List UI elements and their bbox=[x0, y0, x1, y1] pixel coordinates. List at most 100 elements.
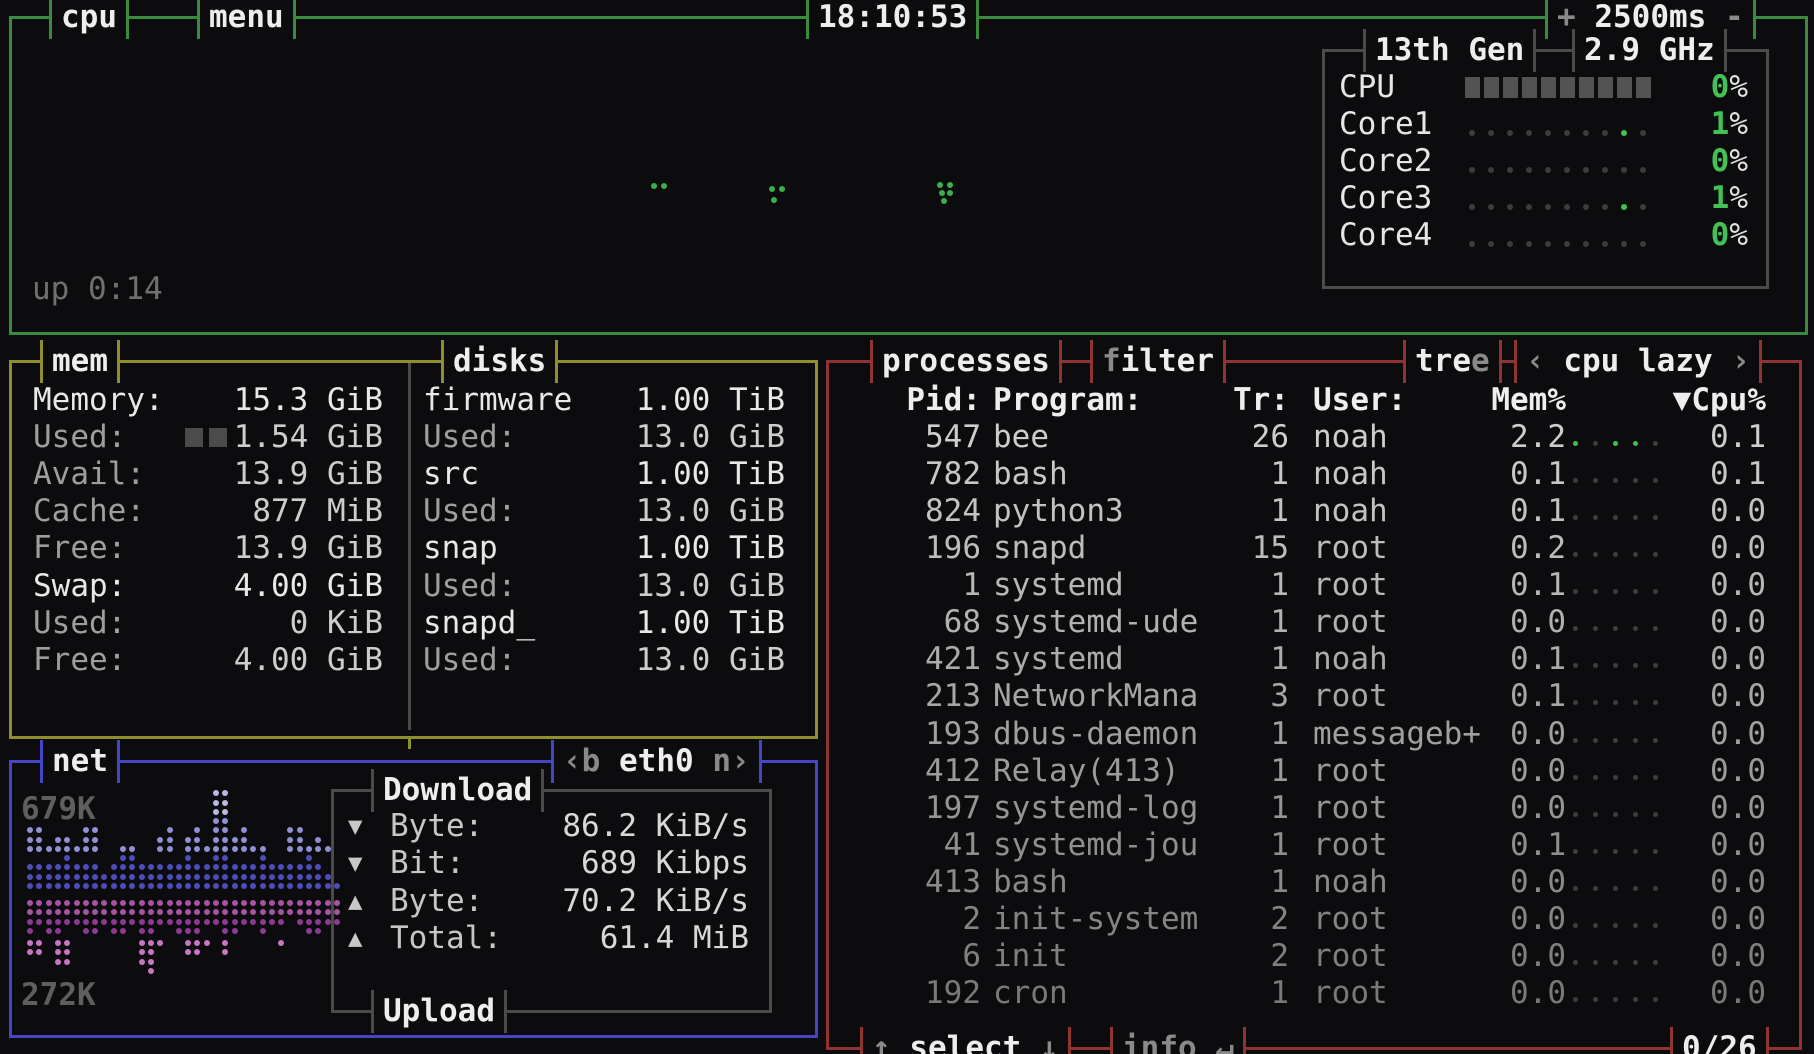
process-row[interactable]: 193dbus-daemon1messageb+0.00.0 bbox=[829, 716, 1793, 753]
net-download-dot bbox=[297, 837, 303, 843]
meter-block bbox=[1617, 77, 1632, 98]
process-row[interactable]: 421systemd1noah0.10.0 bbox=[829, 641, 1793, 678]
interval-decrease-button[interactable]: - bbox=[1725, 0, 1744, 35]
net-next-device-button[interactable]: n› bbox=[712, 743, 749, 779]
net-upload-dot bbox=[278, 900, 284, 906]
process-row[interactable]: 824python31noah0.10.0 bbox=[829, 493, 1793, 530]
net-upload-dot bbox=[64, 919, 70, 925]
sort-prev-button[interactable]: ‹ bbox=[1526, 343, 1545, 379]
net-upload-dot bbox=[157, 940, 163, 946]
process-cpu: 0.1 bbox=[1619, 456, 1766, 493]
core-meter bbox=[1465, 217, 1661, 254]
up-arrow-icon[interactable]: ↑ bbox=[872, 1030, 891, 1054]
disk-stat-row: Used:13.0 GiB bbox=[423, 642, 785, 679]
net-download-dot bbox=[64, 837, 70, 843]
meter-dot bbox=[1640, 241, 1646, 247]
core-label: CPU bbox=[1339, 69, 1395, 106]
net-download-dot bbox=[167, 827, 173, 833]
net-upload-dot bbox=[129, 900, 135, 906]
net-download-dot bbox=[111, 874, 117, 880]
process-pid: 197 bbox=[829, 790, 981, 827]
net-upload-dot bbox=[269, 909, 275, 915]
header-mem[interactable]: Mem% bbox=[1429, 382, 1566, 419]
net-panel-title: net bbox=[40, 740, 120, 783]
net-download-dot bbox=[157, 864, 163, 870]
select-control[interactable]: ↑ select ↓ bbox=[860, 1027, 1071, 1054]
process-row[interactable]: 197systemd-log1root0.00.0 bbox=[829, 790, 1793, 827]
net-upload-dot bbox=[55, 928, 61, 934]
net-upload-dot bbox=[213, 909, 219, 915]
meter-dot bbox=[1621, 204, 1627, 210]
process-row[interactable]: 782bash1noah0.10.1 bbox=[829, 456, 1793, 493]
header-cpu-sort[interactable]: ▼Cpu% bbox=[1619, 382, 1766, 419]
process-user: root bbox=[1313, 678, 1388, 715]
net-download-dot bbox=[222, 827, 228, 833]
header-pid[interactable]: Pid: bbox=[829, 382, 981, 419]
net-download-dot bbox=[176, 864, 182, 870]
net-download-dot bbox=[241, 883, 247, 889]
net-upload-dot bbox=[46, 928, 52, 934]
core-percent: 0% bbox=[1711, 69, 1748, 106]
net-download-dot bbox=[167, 883, 173, 889]
net-download-dot bbox=[232, 883, 238, 889]
meter-block bbox=[1579, 77, 1594, 98]
down-arrow-icon[interactable]: ↓ bbox=[1040, 1030, 1059, 1054]
process-cpu-dot bbox=[1573, 700, 1578, 705]
process-threads: 26 bbox=[1169, 419, 1289, 456]
process-row[interactable]: 68systemd-ude1root0.00.0 bbox=[829, 604, 1793, 641]
process-row[interactable]: 41systemd-jou1root0.10.0 bbox=[829, 827, 1793, 864]
tree-button[interactable]: tree bbox=[1403, 340, 1502, 383]
header-threads[interactable]: Tr: bbox=[1169, 382, 1289, 419]
net-download-dot bbox=[194, 837, 200, 843]
net-download-dot bbox=[222, 790, 228, 796]
process-program: bee bbox=[993, 419, 1049, 456]
process-program: Relay(413) bbox=[993, 753, 1180, 790]
uptime-label: up 0:14 bbox=[32, 271, 163, 308]
process-row[interactable]: 1systemd1root0.10.0 bbox=[829, 567, 1793, 604]
process-row[interactable]: 413bash1noah0.00.0 bbox=[829, 864, 1793, 901]
process-cpu: 0.0 bbox=[1619, 790, 1766, 827]
net-download-dot bbox=[250, 874, 256, 880]
meter-dot bbox=[1564, 167, 1570, 173]
disk-stat-row: snapd_1.00 TiB bbox=[423, 605, 785, 642]
sort-next-button[interactable]: › bbox=[1731, 343, 1750, 379]
process-threads: 2 bbox=[1169, 938, 1289, 975]
process-row[interactable]: 2init-system2root0.00.0 bbox=[829, 901, 1793, 938]
disk-stat-row: Used:13.0 GiB bbox=[423, 568, 785, 605]
meter-dot bbox=[1488, 167, 1494, 173]
menu-button[interactable]: menu bbox=[197, 0, 296, 39]
process-row[interactable]: 213NetworkMana3root0.10.0 bbox=[829, 678, 1793, 715]
process-row[interactable]: 6init2root0.00.0 bbox=[829, 938, 1793, 975]
net-download-dot bbox=[306, 846, 312, 852]
net-download-dot bbox=[260, 855, 266, 861]
process-row[interactable]: 192cron1root0.00.0 bbox=[829, 975, 1793, 1012]
cpu-graph-dot bbox=[939, 190, 945, 196]
net-prev-device-button[interactable]: ‹b bbox=[563, 743, 600, 779]
process-row[interactable]: 547bee26noah2.20.1 bbox=[829, 419, 1793, 456]
meter-dot bbox=[1526, 167, 1532, 173]
process-cpu-dot bbox=[1613, 738, 1618, 743]
mem-stat-value: 877 MiB bbox=[183, 493, 383, 530]
net-upload-dot bbox=[27, 949, 33, 955]
process-row[interactable]: 412Relay(413)1root0.00.0 bbox=[829, 753, 1793, 790]
net-upload-dot bbox=[306, 928, 312, 934]
net-upload-dot bbox=[297, 919, 303, 925]
filter-button[interactable]: filter bbox=[1090, 340, 1226, 383]
cpu-graph-dot bbox=[947, 190, 953, 196]
process-cpu-dot bbox=[1573, 775, 1578, 780]
net-download-dot bbox=[260, 883, 266, 889]
mem-stat-value: 4.00 GiB bbox=[183, 642, 383, 679]
net-upload-dot bbox=[185, 949, 191, 955]
net-download-dot bbox=[111, 883, 117, 889]
mem-stat-label: Free: bbox=[33, 642, 126, 679]
header-program[interactable]: Program: bbox=[993, 382, 1142, 419]
process-cpu-dot bbox=[1593, 589, 1598, 594]
net-upload-dot bbox=[176, 919, 182, 925]
meter-dot bbox=[1469, 130, 1475, 136]
info-label: info bbox=[1122, 1030, 1197, 1054]
cpu-frequency-label: 2.9 GHz bbox=[1572, 29, 1727, 72]
info-button[interactable]: info ↵ bbox=[1110, 1027, 1246, 1054]
header-user[interactable]: User: bbox=[1313, 382, 1406, 419]
process-row[interactable]: 196snapd15root0.20.0 bbox=[829, 530, 1793, 567]
net-download-dot bbox=[101, 883, 107, 889]
